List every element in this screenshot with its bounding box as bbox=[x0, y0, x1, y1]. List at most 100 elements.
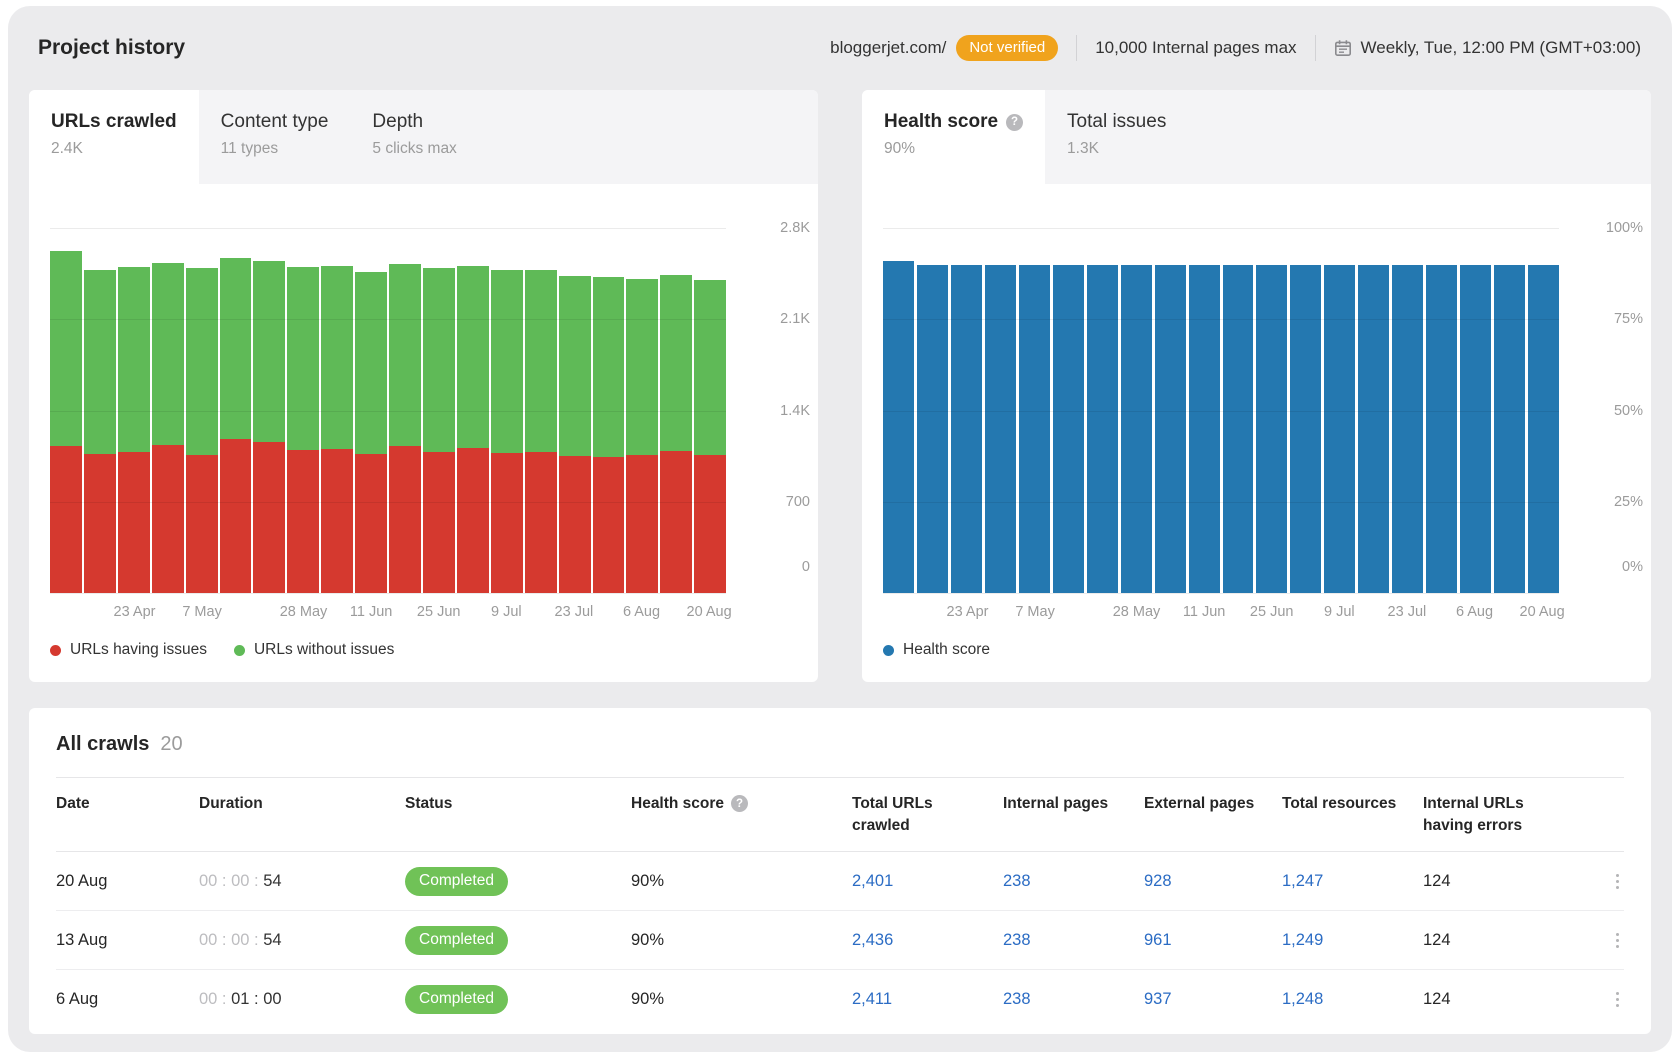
bar[interactable] bbox=[287, 228, 319, 593]
bar[interactable] bbox=[355, 228, 387, 593]
help-icon[interactable]: ? bbox=[1006, 114, 1023, 131]
bar[interactable] bbox=[525, 228, 557, 593]
urls-having-issues-segment bbox=[220, 439, 252, 593]
bar[interactable] bbox=[1494, 228, 1525, 593]
bar[interactable] bbox=[1155, 228, 1186, 593]
tab-urls-crawled[interactable]: URLs crawled2.4K bbox=[29, 90, 199, 184]
health-card-tabs: Health score?90%Total issues1.3K bbox=[862, 90, 1651, 184]
urls-without-issues-segment bbox=[355, 272, 387, 455]
internal-urls-having-errors: 124 bbox=[1423, 872, 1578, 891]
column-header-label: Total URLs crawled bbox=[852, 793, 982, 836]
bar[interactable] bbox=[951, 228, 982, 593]
row-actions-kebab-icon[interactable] bbox=[1611, 868, 1625, 896]
bar[interactable] bbox=[220, 228, 252, 593]
bar[interactable] bbox=[1290, 228, 1321, 593]
external-pages-link-cell: 937 bbox=[1144, 990, 1276, 1009]
external-pages-link[interactable]: 928 bbox=[1144, 872, 1172, 890]
column-header-duration: Duration bbox=[199, 793, 399, 815]
x-axis-label: 25 Jun bbox=[1250, 604, 1294, 620]
row-actions-kebab-icon[interactable] bbox=[1611, 986, 1625, 1014]
tab-depth[interactable]: Depth5 clicks max bbox=[350, 90, 478, 184]
bar[interactable] bbox=[1358, 228, 1389, 593]
bar[interactable] bbox=[389, 228, 421, 593]
total-resources-link[interactable]: 1,247 bbox=[1282, 872, 1323, 890]
bar[interactable] bbox=[917, 228, 948, 593]
kebab-dot bbox=[1616, 880, 1620, 884]
y-axis-label: 75% bbox=[1571, 311, 1643, 327]
crawls-table-header: DateDurationStatusHealth score?Total URL… bbox=[56, 777, 1624, 852]
bar[interactable] bbox=[1460, 228, 1491, 593]
external-pages-link[interactable]: 961 bbox=[1144, 931, 1172, 949]
urls-having-issues-segment bbox=[389, 446, 421, 593]
tab-total-issues[interactable]: Total issues1.3K bbox=[1045, 90, 1188, 184]
bar[interactable] bbox=[1324, 228, 1355, 593]
bar[interactable] bbox=[1528, 228, 1559, 593]
internal-urls-having-errors: 124 bbox=[1423, 931, 1578, 950]
kebab-dot bbox=[1616, 886, 1620, 890]
bar[interactable] bbox=[626, 228, 658, 593]
bar[interactable] bbox=[883, 228, 914, 593]
bar[interactable] bbox=[186, 228, 218, 593]
bar[interactable] bbox=[152, 228, 184, 593]
help-icon[interactable]: ? bbox=[731, 795, 748, 812]
health-score-segment bbox=[1223, 265, 1254, 594]
bar[interactable] bbox=[559, 228, 591, 593]
crawl-row-20-aug: 20 Aug00 : 00 : 54Completed90%2,40123892… bbox=[56, 852, 1624, 911]
legend-dot bbox=[234, 645, 245, 656]
x-axis-label: 9 Jul bbox=[491, 604, 522, 620]
tab-content-type[interactable]: Content type11 types bbox=[199, 90, 351, 184]
tab-health-score[interactable]: Health score?90% bbox=[862, 90, 1045, 184]
bar[interactable] bbox=[457, 228, 489, 593]
bar[interactable] bbox=[1256, 228, 1287, 593]
bar[interactable] bbox=[50, 228, 82, 593]
total-resources-link[interactable]: 1,248 bbox=[1282, 990, 1323, 1008]
internal-pages-link[interactable]: 238 bbox=[1003, 931, 1031, 949]
health-score-segment bbox=[1460, 265, 1491, 594]
tab-label-text: Health score bbox=[884, 111, 998, 133]
row-actions-kebab-icon[interactable] bbox=[1611, 927, 1625, 955]
total-urls-crawled-link[interactable]: 2,401 bbox=[852, 872, 893, 890]
bar[interactable] bbox=[118, 228, 150, 593]
health-score-segment bbox=[1528, 265, 1559, 594]
bar[interactable] bbox=[1426, 228, 1457, 593]
internal-pages-link[interactable]: 238 bbox=[1003, 990, 1031, 1008]
bar[interactable] bbox=[423, 228, 455, 593]
bar[interactable] bbox=[1392, 228, 1423, 593]
y-axis-label: 700 bbox=[738, 494, 810, 510]
y-axis-label: 0% bbox=[1571, 559, 1643, 575]
urls-having-issues-segment bbox=[186, 455, 218, 593]
health-score-segment bbox=[1087, 265, 1118, 594]
crawls-table-body: 20 Aug00 : 00 : 54Completed90%2,40123892… bbox=[56, 852, 1624, 1028]
bar[interactable] bbox=[491, 228, 523, 593]
bar[interactable] bbox=[985, 228, 1016, 593]
bar[interactable] bbox=[321, 228, 353, 593]
x-axis-label: 23 Apr bbox=[114, 604, 156, 620]
total-resources-link[interactable]: 1,249 bbox=[1282, 931, 1323, 949]
bar[interactable] bbox=[84, 228, 116, 593]
bar[interactable] bbox=[660, 228, 692, 593]
urls-without-issues-segment bbox=[457, 266, 489, 448]
plot-area: 2.8K2.1K1.4K700023 Apr7 May28 May11 Jun2… bbox=[50, 228, 726, 593]
urls-having-issues-segment bbox=[253, 442, 285, 593]
urls-having-issues-segment bbox=[525, 452, 557, 593]
column-header-label: External pages bbox=[1144, 793, 1254, 815]
urls-having-issues-segment bbox=[355, 454, 387, 593]
total-urls-crawled-link[interactable]: 2,436 bbox=[852, 931, 893, 949]
kebab-dot bbox=[1616, 939, 1620, 943]
internal-pages-link[interactable]: 238 bbox=[1003, 872, 1031, 890]
total-urls-crawled-link[interactable]: 2,411 bbox=[852, 990, 892, 1008]
urls-without-issues-segment bbox=[626, 279, 658, 455]
bar[interactable] bbox=[1019, 228, 1050, 593]
bar[interactable] bbox=[253, 228, 285, 593]
bar[interactable] bbox=[1087, 228, 1118, 593]
tab-label-text: URLs crawled bbox=[51, 111, 177, 133]
bar[interactable] bbox=[694, 228, 726, 593]
bar[interactable] bbox=[593, 228, 625, 593]
bar[interactable] bbox=[1223, 228, 1254, 593]
bar[interactable] bbox=[1189, 228, 1220, 593]
urls-having-issues-segment bbox=[660, 451, 692, 593]
tab-label: Depth bbox=[372, 111, 456, 133]
bar[interactable] bbox=[1121, 228, 1152, 593]
external-pages-link[interactable]: 937 bbox=[1144, 990, 1172, 1008]
bar[interactable] bbox=[1053, 228, 1084, 593]
